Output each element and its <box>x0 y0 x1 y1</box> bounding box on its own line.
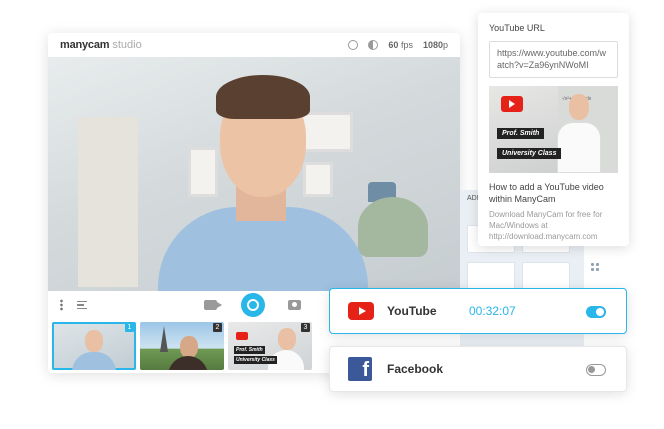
fps-indicator[interactable]: 60 fps <box>388 40 413 50</box>
thumbnail-label-class: University Class <box>234 356 277 364</box>
video-description: Download ManyCam for free for Mac/Window… <box>489 210 603 241</box>
stream-name: Facebook <box>387 362 444 376</box>
brand-subtitle: studio <box>112 39 142 51</box>
stage: manycam studio 60 fps 1080p 1 2 Prof. Sm… <box>0 0 664 429</box>
more-options-icon[interactable] <box>60 299 63 311</box>
thumbnail-person-head <box>180 336 198 358</box>
presets-strip: 1 2 Prof. Smith University Class 3 <box>52 322 312 370</box>
presenter-hair <box>216 75 310 119</box>
broadcast-icon <box>247 299 259 311</box>
background-frame <box>188 147 218 197</box>
thumbnail-person-head <box>278 328 296 350</box>
preset-number: 1 <box>125 323 134 332</box>
preset-thumbnail[interactable]: 2 <box>140 322 224 370</box>
youtube-video-preview[interactable]: Prof. Smith University Class <box>489 86 618 173</box>
video-camera-icon[interactable] <box>204 300 222 310</box>
app-header: manycam studio 60 fps 1080p <box>48 33 460 57</box>
preset-thumbnail[interactable]: 1 <box>52 322 136 370</box>
preview-person-head <box>569 94 589 120</box>
stream-row-facebook[interactable]: f Facebook <box>329 346 627 392</box>
background-frame <box>298 112 353 152</box>
thumbnail-person-head <box>85 330 103 352</box>
toggle-knob <box>588 366 595 373</box>
preview-label-class: University Class <box>497 148 562 159</box>
facebook-icon: f <box>348 357 372 381</box>
preset-thumbnail[interactable]: Prof. Smith University Class 3 <box>228 322 312 370</box>
eiffel-tower-shape <box>160 326 168 352</box>
thumbnail-person-body <box>72 352 116 370</box>
stream-row-youtube[interactable]: YouTube 00:32:07 <box>329 288 627 334</box>
preview-person-body <box>557 122 601 173</box>
youtube-play-icon <box>501 96 523 112</box>
contrast-icon[interactable] <box>368 40 379 50</box>
thumbnail-person-body <box>168 356 208 370</box>
stream-toggle[interactable] <box>586 306 606 318</box>
main-video-preview <box>48 57 460 291</box>
background-shelf <box>78 117 138 287</box>
grid-icon[interactable] <box>590 262 600 272</box>
youtube-icon <box>348 302 374 320</box>
brand-name: manycam <box>60 39 110 51</box>
youtube-icon <box>236 332 248 340</box>
go-live-button[interactable] <box>241 293 265 317</box>
preview-label-name: Prof. Smith <box>497 128 545 139</box>
source-tile[interactable] <box>522 262 570 290</box>
toggle-knob <box>596 308 604 316</box>
card-title: YouTube URL <box>489 23 545 33</box>
background-plant <box>358 197 428 257</box>
video-title: How to add a YouTube video within ManyCa… <box>489 182 604 204</box>
fps-unit: fps <box>400 40 413 50</box>
thumbnail-label-name: Prof. Smith <box>234 346 265 354</box>
header-controls: 60 fps 1080p <box>348 33 448 57</box>
resolution-indicator[interactable]: 1080p <box>423 40 448 50</box>
preset-number: 3 <box>301 323 310 332</box>
zoom-icon[interactable] <box>348 40 359 50</box>
side-panel-label: ADI <box>467 195 479 202</box>
snapshot-camera-icon[interactable] <box>288 300 301 310</box>
stream-name: YouTube <box>387 304 437 318</box>
resolution-value: 1080 <box>422 40 443 50</box>
fps-value: 60 <box>388 40 399 50</box>
youtube-url-input[interactable]: https://www.youtube.com/watch?v=Za96ynNW… <box>489 41 618 78</box>
youtube-url-card: YouTube URL https://www.youtube.com/watc… <box>478 13 629 246</box>
resolution-unit: p <box>442 40 448 50</box>
stream-toggle[interactable] <box>586 364 606 376</box>
preset-number: 2 <box>213 323 222 332</box>
playlist-icon[interactable] <box>77 301 87 309</box>
source-tile[interactable] <box>467 262 515 290</box>
stream-timer: 00:32:07 <box>469 304 516 318</box>
background-frame <box>303 162 333 197</box>
